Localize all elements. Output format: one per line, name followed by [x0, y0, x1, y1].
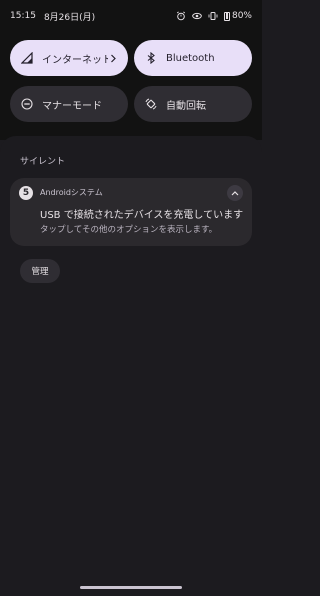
status-left: 15:15 8月26日(月)	[10, 10, 95, 23]
tile-manner-mode-label: マナーモード	[42, 100, 102, 112]
quick-settings-tiles: インターネット Bluetooth マナーモード 自動回転	[10, 40, 252, 122]
auto-rotate-icon	[144, 97, 158, 111]
battery-icon	[223, 11, 230, 21]
vibrate-icon	[208, 11, 218, 21]
tile-bluetooth[interactable]: Bluetooth	[134, 40, 252, 76]
battery-percent: 80%	[231, 11, 252, 21]
chevron-right-icon	[108, 54, 118, 63]
tile-manner-mode[interactable]: マナーモード	[10, 86, 128, 122]
alarm-icon	[176, 11, 186, 21]
notification-title: USB で接続されたデバイスを充電しています	[40, 210, 244, 221]
notification-card[interactable]: 5 Androidシステム USB で接続されたデバイスを充電しています タップ…	[10, 178, 252, 246]
navigation-handle[interactable]	[80, 586, 182, 589]
tile-bluetooth-label: Bluetooth	[166, 52, 215, 64]
tile-internet[interactable]: インターネット	[10, 40, 128, 76]
tile-internet-label: インターネット	[42, 54, 108, 66]
tile-auto-rotate[interactable]: 自動回転	[134, 86, 252, 122]
chevron-up-icon	[231, 190, 239, 196]
collapse-notification-button[interactable]	[227, 185, 243, 201]
section-header-silent: サイレント	[20, 157, 66, 167]
status-right: 80%	[176, 11, 252, 21]
bluetooth-icon	[144, 51, 158, 65]
eye-icon	[192, 11, 202, 21]
status-date: 8月26日(月)	[43, 12, 96, 23]
status-time: 15:15	[10, 11, 36, 21]
battery-indicator: 80%	[223, 11, 252, 21]
signal-icon	[20, 51, 34, 65]
tile-auto-rotate-label: 自動回転	[166, 100, 206, 112]
notification-text: タップしてその他のオプションを表示します。	[40, 225, 218, 235]
manage-button[interactable]: 管理	[20, 259, 60, 283]
do-not-disturb-icon	[20, 97, 34, 111]
android-system-app-icon: 5	[19, 186, 33, 200]
notification-app-name: Androidシステム	[40, 188, 103, 197]
status-bar: 15:15 8月26日(月) 80%	[0, 0, 262, 32]
